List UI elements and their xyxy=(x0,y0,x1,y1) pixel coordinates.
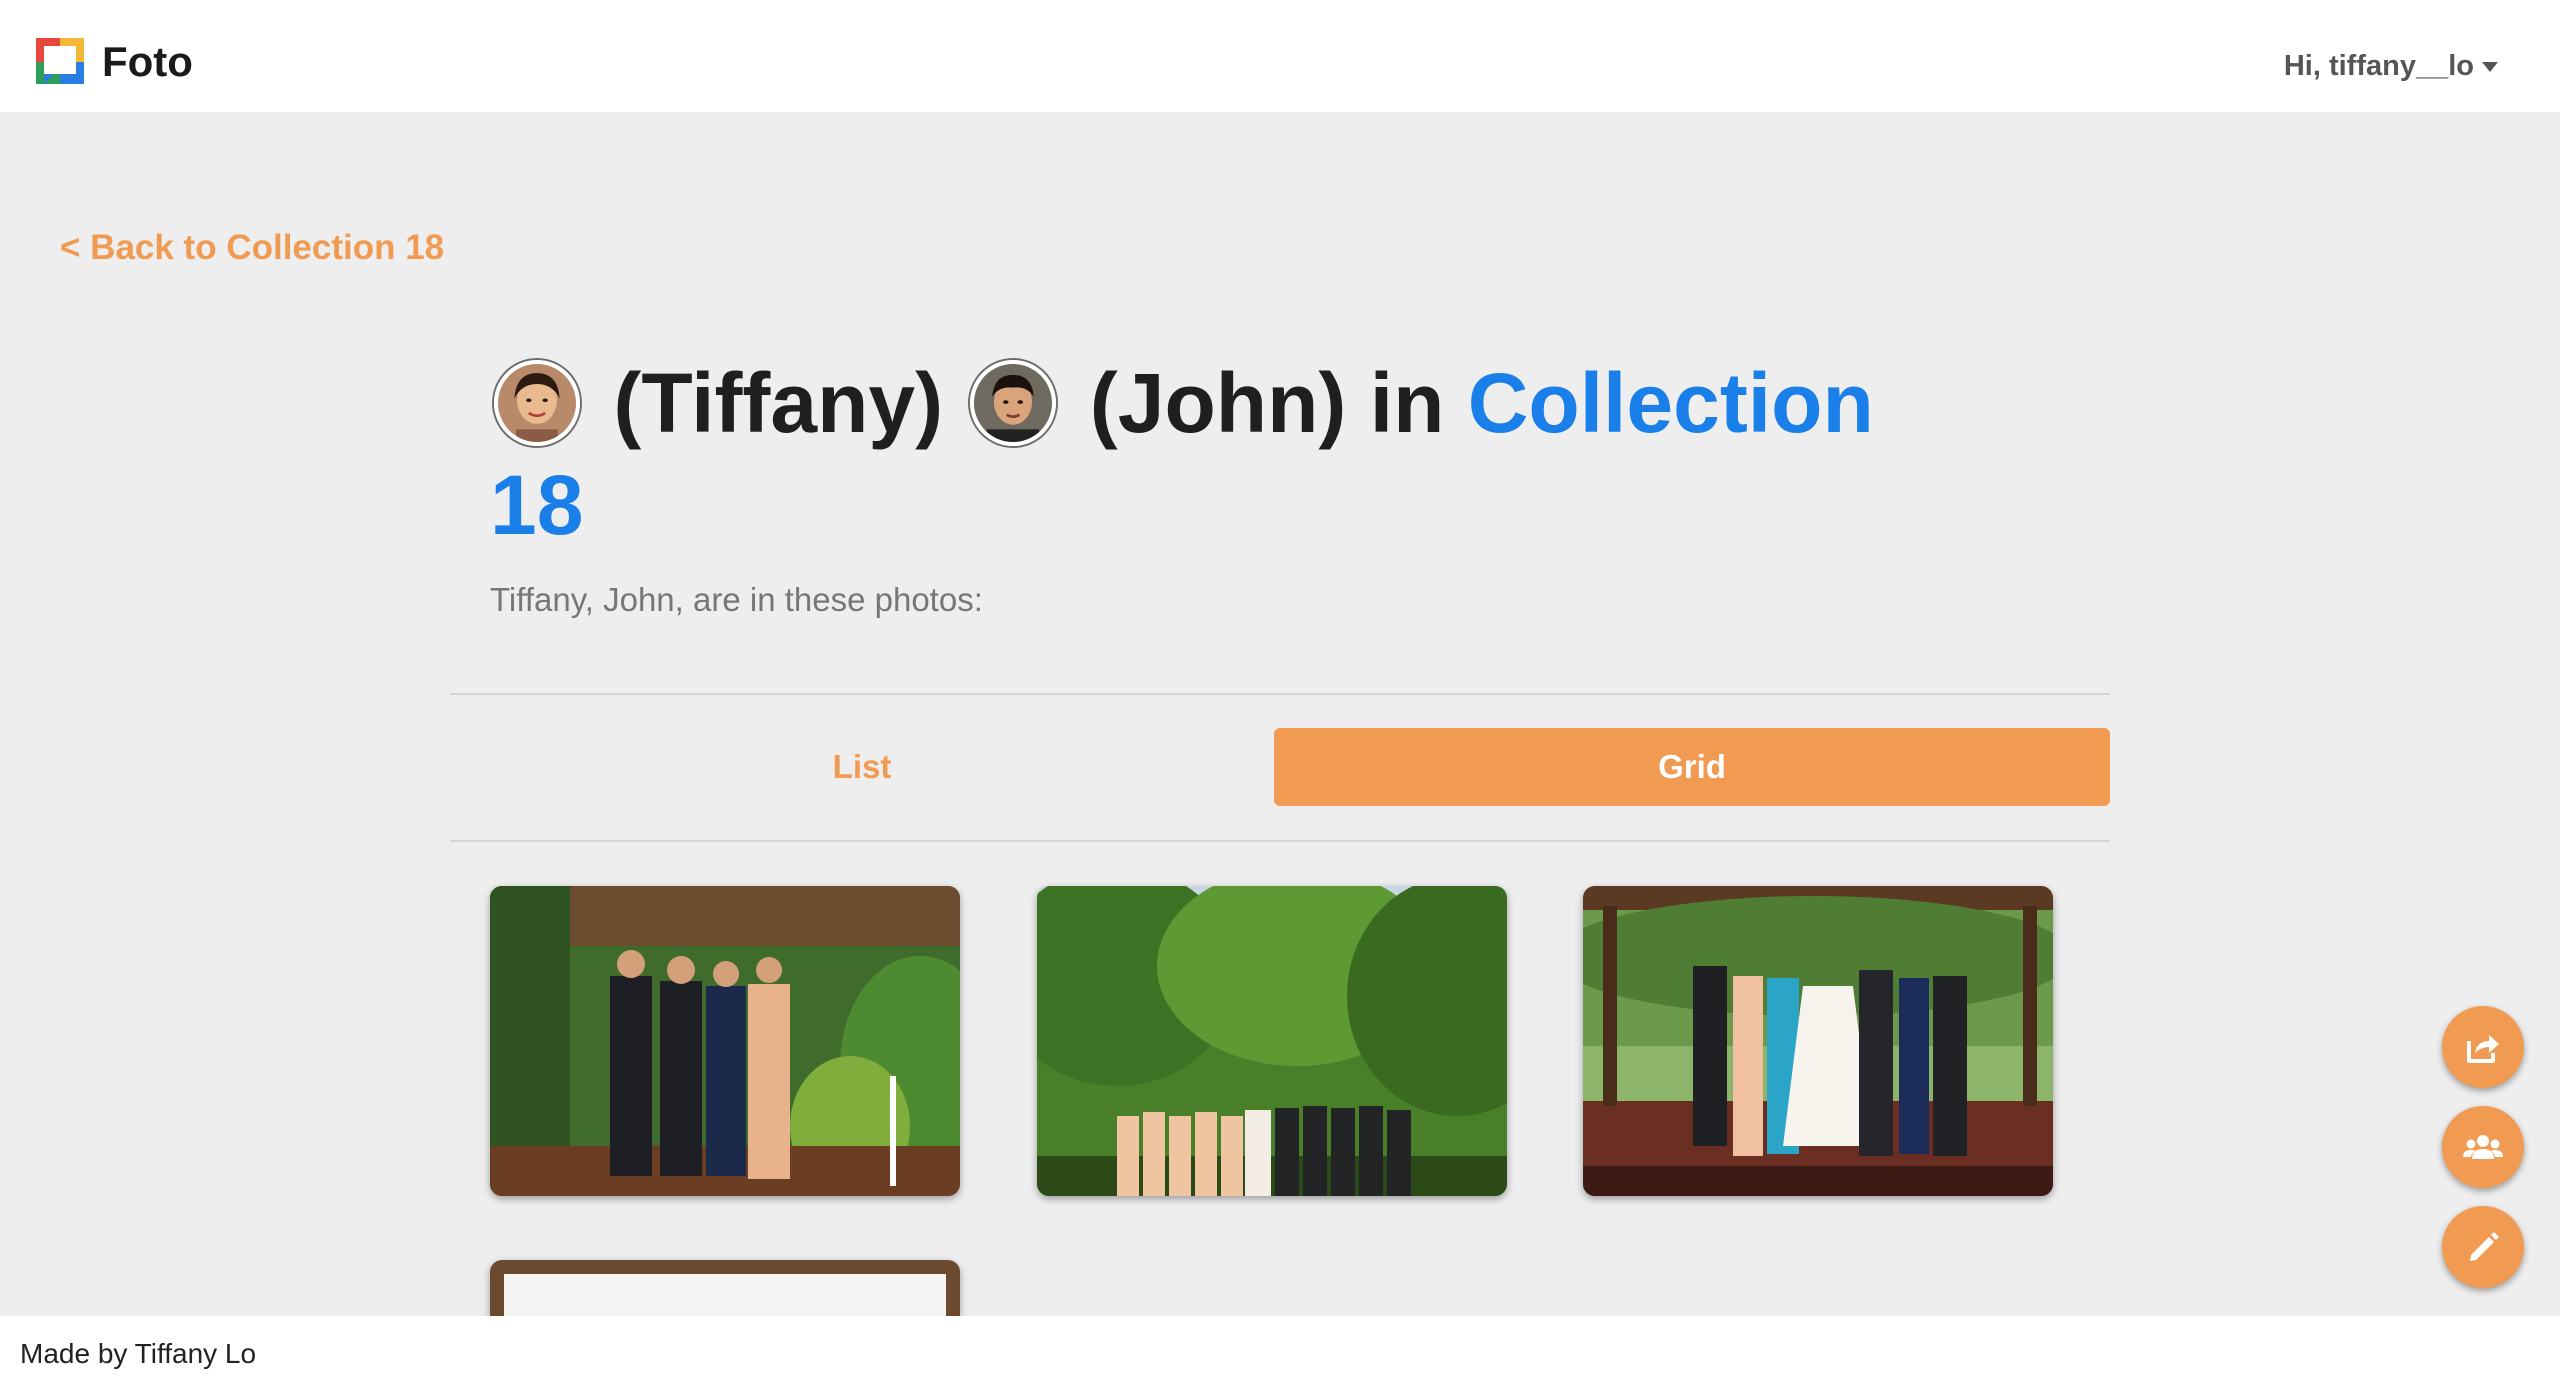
photo-thumbnail-2[interactable] xyxy=(1037,886,1507,1196)
grid-view-button[interactable]: Grid xyxy=(1274,728,2110,806)
people-icon xyxy=(2463,1135,2503,1159)
back-to-collection-link[interactable]: < Back to Collection 18 xyxy=(60,224,444,272)
pencil-icon xyxy=(2470,1232,2499,1261)
edit-button[interactable] xyxy=(2442,1206,2524,1288)
list-view-button[interactable]: List xyxy=(450,728,1274,806)
divider-top xyxy=(450,693,2110,695)
footer-credit: Made by Tiffany Lo xyxy=(20,1338,257,1369)
share-button[interactable] xyxy=(2442,1006,2524,1088)
top-navbar: Foto Hi, tiffany__lo xyxy=(0,0,2560,112)
person-tiffany-label: (Tiffany) xyxy=(613,356,944,450)
page-subtitle: Tiffany, John, are in these photos: xyxy=(490,581,983,618)
people-button[interactable] xyxy=(2442,1106,2524,1188)
footer: Made by Tiffany Lo xyxy=(0,1316,2560,1396)
brand-name[interactable]: Foto xyxy=(102,34,193,90)
caret-down-icon xyxy=(2482,62,2498,72)
user-greeting: Hi, tiffany__lo xyxy=(2283,50,2474,82)
page-title: (Tiffany) (John) in Collection 18 xyxy=(490,352,1930,556)
photo-thumbnail-1[interactable] xyxy=(490,886,960,1196)
photo-thumbnail-3[interactable] xyxy=(1583,886,2053,1196)
share-icon xyxy=(2467,1035,2499,1063)
user-menu[interactable]: Hi, tiffany__lo xyxy=(2284,44,2498,88)
avatar-john[interactable] xyxy=(970,360,1057,446)
person-john-label: (John) xyxy=(1089,356,1347,450)
avatar-tiffany[interactable] xyxy=(494,360,580,446)
title-connector: in xyxy=(1369,356,1445,450)
divider-bottom xyxy=(450,840,2110,842)
photo-thumbnail-4[interactable] xyxy=(490,1260,960,1316)
foto-logo-icon[interactable] xyxy=(34,36,88,90)
page-header: (Tiffany) (John) in Collection 18 Tiffan… xyxy=(490,352,1930,622)
